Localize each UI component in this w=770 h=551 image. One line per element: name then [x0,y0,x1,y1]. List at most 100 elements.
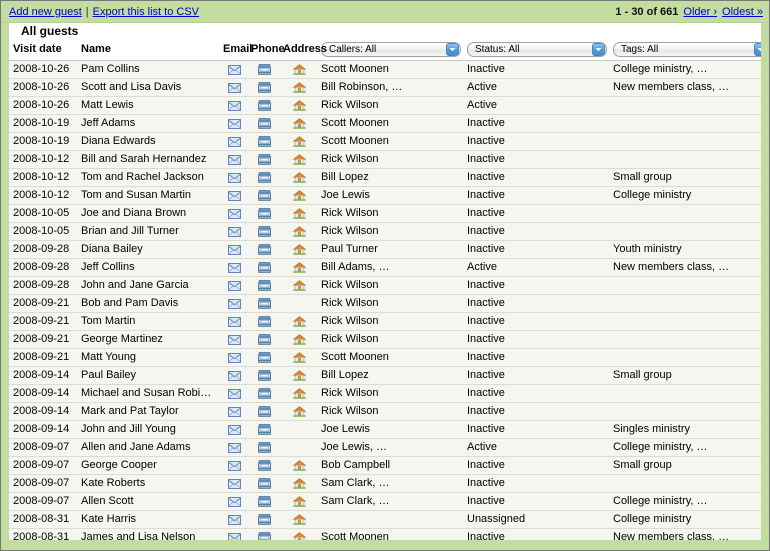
house-icon[interactable] [292,280,306,291]
cell-phone[interactable] [247,258,279,277]
cell-name[interactable]: George Cooper [77,456,219,475]
cell-phone[interactable] [247,456,279,475]
export-csv-link[interactable]: Export this list to CSV [93,6,199,18]
table-row[interactable]: 2008-09-14 John and Jill Young Joe Lewis In… [9,420,761,439]
cell-address[interactable] [279,60,317,79]
cell-phone[interactable] [247,438,279,457]
cell-email[interactable] [219,420,247,439]
cell-name[interactable]: Matt Lewis [77,96,219,115]
table-row[interactable]: 2008-09-07 George Cooper Bob Campbell Inact… [9,456,761,475]
telephone-icon[interactable] [257,298,271,309]
envelope-icon[interactable] [227,514,241,525]
telephone-icon[interactable] [257,424,271,435]
cell-address[interactable] [279,348,317,367]
telephone-icon[interactable] [257,244,271,255]
telephone-icon[interactable] [257,496,271,507]
table-row[interactable]: 2008-10-12 Bill and Sarah Hernandez Rick W… [9,150,761,169]
cell-name[interactable]: Allen and Jane Adams [77,438,219,457]
envelope-icon[interactable] [227,460,241,471]
telephone-icon[interactable] [257,136,271,147]
telephone-icon[interactable] [257,460,271,471]
column-header-email[interactable]: Email [219,39,252,61]
cell-address[interactable] [279,366,317,385]
cell-email[interactable] [219,222,247,241]
envelope-icon[interactable] [227,100,241,111]
envelope-icon[interactable] [227,532,241,540]
envelope-icon[interactable] [227,496,241,507]
cell-address[interactable] [279,474,317,493]
house-icon[interactable] [292,64,306,75]
table-row[interactable]: 2008-10-19 Diana Edwards Scott Moonen Inact… [9,132,761,151]
cell-name[interactable]: Jeff Collins [77,258,219,277]
cell-email[interactable] [219,60,247,79]
telephone-icon[interactable] [257,226,271,237]
envelope-icon[interactable] [227,388,241,399]
cell-phone[interactable] [247,204,279,223]
cell-address[interactable] [279,330,317,349]
cell-name[interactable]: Allen Scott [77,492,219,511]
table-row[interactable]: 2008-10-05 Joe and Diana Brown Rick Wilson… [9,204,761,223]
cell-email[interactable] [219,348,247,367]
table-row[interactable]: 2008-09-21 George Martinez Rick Wilson Inac… [9,330,761,349]
cell-email[interactable] [219,492,247,511]
cell-phone[interactable] [247,240,279,259]
cell-phone[interactable] [247,78,279,97]
cell-phone[interactable] [247,60,279,79]
table-row[interactable]: 2008-10-05 Brian and Jill Turner Rick Wils… [9,222,761,241]
table-row[interactable]: 2008-09-07 Kate Roberts Sam Clark, … Inacti… [9,474,761,493]
cell-name[interactable]: Tom and Susan Martin [77,186,219,205]
house-icon[interactable] [292,478,306,489]
cell-email[interactable] [219,114,247,133]
telephone-icon[interactable] [257,82,271,93]
column-header-address[interactable]: Address [279,39,327,61]
table-row[interactable]: 2008-09-14 Michael and Susan Robinson Rick… [9,384,761,403]
cell-address[interactable] [279,204,317,223]
cell-email[interactable] [219,312,247,331]
table-row[interactable]: 2008-10-12 Tom and Susan Martin Joe Lewis I… [9,186,761,205]
telephone-icon[interactable] [257,316,271,327]
cell-phone[interactable] [247,330,279,349]
cell-name[interactable]: Scott and Lisa Davis [77,78,219,97]
cell-address[interactable] [279,528,317,540]
cell-address[interactable] [279,78,317,97]
cell-phone[interactable] [247,348,279,367]
cell-address[interactable] [279,312,317,331]
cell-email[interactable] [219,528,247,540]
cell-email[interactable] [219,384,247,403]
house-icon[interactable] [292,262,306,273]
cell-name[interactable]: Tom Martin [77,312,219,331]
cell-email[interactable] [219,240,247,259]
telephone-icon[interactable] [257,370,271,381]
envelope-icon[interactable] [227,244,241,255]
telephone-icon[interactable] [257,280,271,291]
telephone-icon[interactable] [257,100,271,111]
table-row[interactable]: 2008-10-26 Matt Lewis Rick Wilson Active [9,96,761,115]
cell-name[interactable]: Paul Bailey [77,366,219,385]
cell-name[interactable]: James and Lisa Nelson [77,528,219,540]
envelope-icon[interactable] [227,406,241,417]
envelope-icon[interactable] [227,316,241,327]
cell-address[interactable] [279,402,317,421]
cell-name[interactable]: John and Jill Young [77,420,219,439]
oldest-link[interactable]: Oldest » [722,6,763,18]
cell-name[interactable]: Bob and Pam Davis [77,294,219,313]
envelope-icon[interactable] [227,172,241,183]
cell-phone[interactable] [247,366,279,385]
cell-email[interactable] [219,258,247,277]
envelope-icon[interactable] [227,226,241,237]
cell-phone[interactable] [247,96,279,115]
cell-email[interactable] [219,78,247,97]
house-icon[interactable] [292,532,306,540]
table-row[interactable]: 2008-09-28 Jeff Collins Bill Adams, … Activ… [9,258,761,277]
cell-email[interactable] [219,294,247,313]
cell-address[interactable] [279,276,317,295]
cell-phone[interactable] [247,222,279,241]
cell-email[interactable] [219,366,247,385]
table-row[interactable]: 2008-10-12 Tom and Rachel Jackson Bill Lop… [9,168,761,187]
table-row[interactable]: 2008-10-26 Scott and Lisa Davis Bill Robin… [9,78,761,97]
cell-name[interactable]: Bill and Sarah Hernandez [77,150,219,169]
cell-address[interactable] [279,240,317,259]
envelope-icon[interactable] [227,334,241,345]
cell-address[interactable] [279,132,317,151]
envelope-icon[interactable] [227,370,241,381]
